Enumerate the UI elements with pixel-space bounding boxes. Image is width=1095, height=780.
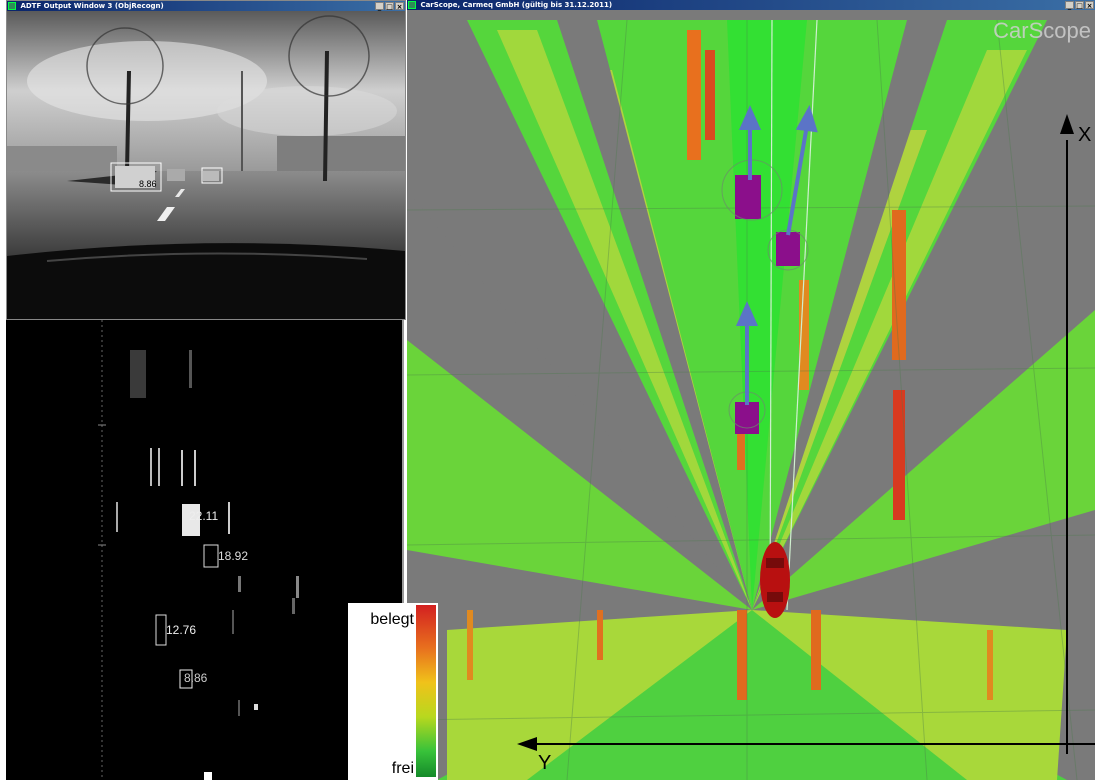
tracked-object [735,402,759,434]
depth-window: 22.11 18.92 12.76 8.86 [6,320,404,780]
tracked-object [735,175,761,219]
app-icon [408,1,416,9]
maximize-button[interactable]: □ [385,2,394,11]
y-axis-label: Y [538,752,552,774]
legend-free-label: frei [391,760,414,777]
legend-occupied-label: belegt [370,611,414,628]
app-icon [8,2,16,10]
carscope-window-title: CarScope, Carmeq GmbH (gültig bis 31.12.… [420,1,613,9]
camera-window: ADTF Output Window 3 (ObjRecogn) _ □ × 8… [6,0,406,320]
distance-label-3: 12.76 [166,623,196,637]
occupancy-legend: belegt frei [348,603,438,780]
carscope-window: CarScope, Carmeq GmbH (gültig bis 31.12.… [407,0,1095,780]
distance-label-4: 8.86 [184,671,208,685]
occupancy-grid [407,10,1095,780]
close-button[interactable]: × [1085,1,1094,10]
x-axis-label: X [1078,124,1092,146]
ego-vehicle [760,542,790,618]
tracked-object [776,232,800,266]
carscope-window-titlebar[interactable]: CarScope, Carmeq GmbH (gültig bis 31.12.… [407,0,1095,10]
distance-label-1: 22.11 [189,509,218,523]
carscope-watermark: CarScope [993,18,1091,43]
minimize-button[interactable]: _ [1065,1,1074,10]
camera-image: 8.86 [7,11,405,319]
detection-label: 8.86 [139,179,157,189]
distance-label-2: 18.92 [218,549,248,563]
camera-window-titlebar[interactable]: ADTF Output Window 3 (ObjRecogn) _ □ × [7,1,405,11]
close-button[interactable]: × [395,2,404,11]
camera-window-title: ADTF Output Window 3 (ObjRecogn) [20,2,164,10]
legend-color-bar [416,605,436,777]
maximize-button[interactable]: □ [1075,1,1084,10]
minimize-button[interactable]: _ [375,2,384,11]
disparity-map: 22.11 18.92 12.76 8.86 [6,320,402,780]
